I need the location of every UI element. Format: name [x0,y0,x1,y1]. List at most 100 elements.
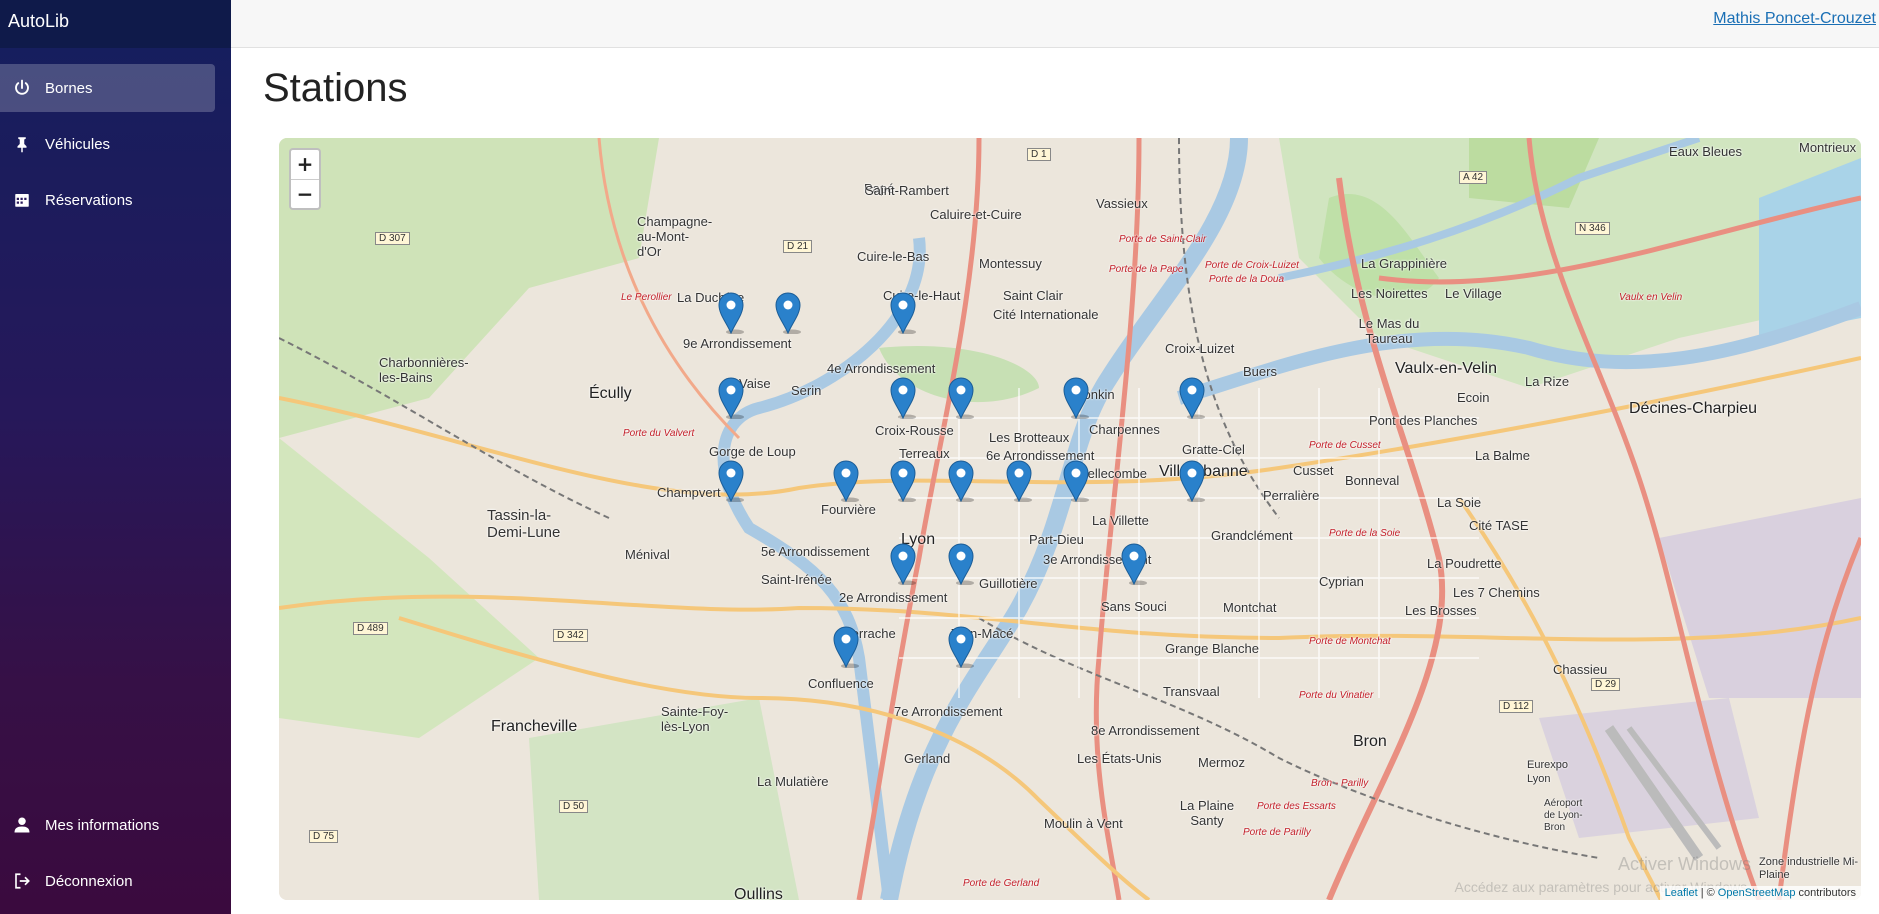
map-label: Ménival [625,547,670,562]
map-road-badge: D 50 [559,800,589,813]
map-label: Eaux Bleues [1669,144,1742,159]
map-label: Ecoin [1457,390,1490,405]
station-marker[interactable] [1121,543,1147,586]
map-label: Bonneval [1345,473,1400,488]
station-marker[interactable] [833,626,859,669]
station-marker[interactable] [718,292,744,335]
station-marker[interactable] [948,460,974,503]
user-profile-link[interactable]: Mathis Poncet-Crouzet [1713,10,1876,28]
map-label: Transvaal [1163,684,1220,699]
station-marker[interactable] [1179,377,1205,420]
station-marker[interactable] [1006,460,1032,503]
station-marker[interactable] [833,460,859,503]
osm-link[interactable]: OpenStreetMap [1718,887,1796,899]
map-label: Oullins [734,886,783,900]
map-road-label: Bron - Parilly [1311,778,1369,789]
map-label: Zone industrielle Mi-Plaine [1759,856,1859,881]
map-road-badge: D 1 [1027,148,1051,161]
map-road-badge: A 42 [1459,171,1488,184]
station-marker[interactable] [890,377,916,420]
map-road-label: Porte de la Doua [1209,274,1285,285]
topbar: Mathis Poncet-Crouzet [231,0,1879,48]
map-label: Le Village [1445,286,1502,301]
map-label: 4e Arrondissement [827,361,936,376]
map-label: Champagne-au-Mont-d'Or [637,214,713,259]
map-road-label: Porte de la Soie [1329,528,1401,539]
page-title: Stations [263,66,408,110]
map-label: Serin [791,383,822,398]
map-label: Montchat [1223,600,1277,615]
map-label: La Villette [1092,513,1149,528]
map-label: Vaulx-en-Velin [1395,360,1497,377]
sidebar-item-label: Bornes [45,79,93,97]
brand-title[interactable]: AutoLib [0,0,231,48]
stations-map[interactable]: Papé Eaux Bleues Montrieux Saint-Rambert… [279,138,1861,900]
station-marker[interactable] [718,460,744,503]
station-marker[interactable] [948,626,974,669]
map-road-label: Porte de Montchat [1309,636,1391,647]
station-marker[interactable] [1063,377,1089,420]
sidebar-item-label: Véhicules [45,135,111,153]
pin-icon [12,134,32,154]
sidebar-nav: Bornes Véhicules Réservations [0,64,231,232]
sidebar-item-deconnexion[interactable]: Déconnexion [0,857,215,905]
map-label: Perralière [1263,488,1320,503]
map-label: Saint Clair [1003,288,1063,303]
sidebar-item-mes-informations[interactable]: Mes informations [0,801,215,849]
map-label: Montessuy [979,256,1042,271]
map-label: Cité Internationale [993,307,1099,322]
map-road-label: Le Perollier [621,292,672,303]
map-label: Vassieux [1096,196,1148,211]
map-label: Charpennes [1089,422,1160,437]
station-marker[interactable] [775,292,801,335]
map-label: Saint-Rambert [865,183,949,198]
zoom-in-button[interactable]: + [291,150,319,179]
sidebar-item-bornes[interactable]: Bornes [0,64,215,112]
station-marker[interactable] [948,377,974,420]
map-pin-icon [948,543,974,586]
sidebar: AutoLib Bornes Véhicules Réservations Me… [0,0,231,914]
map-label: Terreaux [899,446,950,461]
map-label: 2e Arrondissement [839,590,948,605]
sidebar-item-reservations[interactable]: Réservations [0,176,215,224]
map-label: La Rize [1525,374,1570,389]
map-label: La Grappinière [1361,256,1447,271]
map-road-badge: D 307 [375,232,410,245]
sidebar-item-label: Déconnexion [45,872,133,890]
map-label: Charbonnières-les-Bains [379,355,469,385]
station-marker[interactable] [890,292,916,335]
map-pin-icon [833,626,859,669]
map-label: Chassieu [1553,662,1608,677]
map-pin-icon [775,292,801,335]
map-pin-icon [890,292,916,335]
map-label: Moulin à Vent [1044,816,1123,831]
map-label: La Poudrette [1427,556,1502,571]
station-marker[interactable] [1063,460,1089,503]
map-road-label: Vaulx en Velin [1619,292,1683,303]
map-label: Les 7 Chemins [1453,585,1540,600]
map-pin-icon [1179,460,1205,503]
sidebar-item-vehicules[interactable]: Véhicules [0,120,215,168]
map-label: Montrieux [1799,140,1857,155]
leaflet-link[interactable]: Leaflet [1665,887,1698,899]
map-label: Mermoz [1198,755,1245,770]
map-label: Champvert [657,485,721,500]
station-marker[interactable] [1179,460,1205,503]
sidebar-item-label: Mes informations [45,816,160,834]
map-pin-icon [948,377,974,420]
station-marker[interactable] [718,377,744,420]
map-label: 9e Arrondissement [683,336,792,351]
map-label: Sans Souci [1101,599,1167,614]
map-label: Gratte-Ciel [1182,442,1245,457]
station-marker[interactable] [890,543,916,586]
map-label: La Mulatière [757,774,829,789]
station-marker[interactable] [948,543,974,586]
map-road-label: Porte de Saint-Clair [1119,234,1207,245]
zoom-out-button[interactable]: − [291,179,319,208]
map-road-label: Porte de la Pape [1109,264,1184,275]
map-road-badge: D 342 [553,629,588,642]
station-marker[interactable] [890,460,916,503]
map-label: La Balme [1475,448,1530,463]
map-label: Part-Dieu [1029,532,1084,547]
map-road-label: Porte du Vinatier [1299,690,1374,701]
